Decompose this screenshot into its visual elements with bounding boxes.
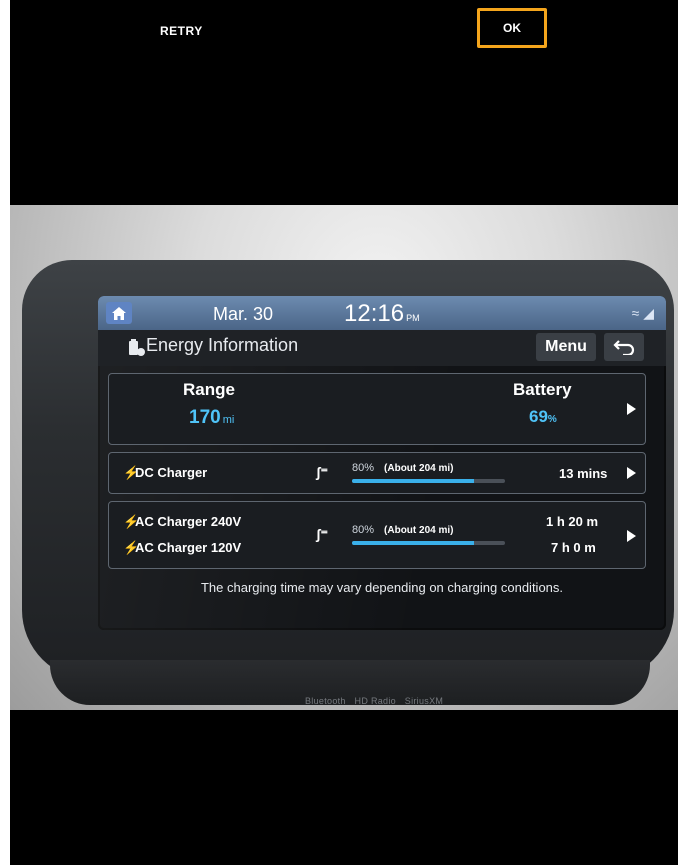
ac-target-range: (About 204 mi) xyxy=(384,525,454,536)
battery-number: 69 xyxy=(529,407,548,426)
ac-target-text: 80% (About 204 mi) xyxy=(352,524,453,536)
captured-photo: Bluetooth HD Radio SiriusXM Mar. 30 12:1… xyxy=(10,205,678,710)
home-icon xyxy=(112,306,126,320)
page-title: Energy Information xyxy=(146,335,299,355)
status-date: Mar. 30 xyxy=(213,304,274,324)
range-panel-arrow-icon xyxy=(627,403,636,415)
battery-label: Battery xyxy=(513,380,572,399)
ac-target-pct: 80% xyxy=(352,524,375,536)
back-button[interactable] xyxy=(604,333,644,361)
back-arrow-icon xyxy=(613,340,635,355)
energy-info-icon xyxy=(129,339,145,356)
ac-row-arrow-icon xyxy=(627,530,636,542)
ac-progress-fill xyxy=(352,541,475,545)
dc-charger-label: DC Charger xyxy=(135,465,208,480)
retry-button[interactable]: RETRY xyxy=(160,24,203,38)
menu-label: Menu xyxy=(545,338,587,355)
ac240-charger-label: AC Charger 240V xyxy=(135,514,242,529)
dc-progress-fill xyxy=(352,479,475,483)
ac-progress-track xyxy=(352,541,505,545)
dc-target-range: (About 204 mi) xyxy=(384,463,454,474)
status-bar: Mar. 30 12:16 PM ≈ ◢ xyxy=(98,296,666,330)
range-number: 170 xyxy=(189,407,221,428)
dc-charge-time: 13 mins xyxy=(559,466,608,481)
dc-target-pct: 80% xyxy=(352,462,375,474)
home-button[interactable] xyxy=(106,302,132,324)
status-ampm: PM xyxy=(406,313,420,323)
range-value: 170 mi xyxy=(189,407,234,429)
status-time: 12:16 PM xyxy=(344,300,420,328)
status-time-value: 12:16 xyxy=(344,300,405,327)
ac-plug-icon: ʃ⁼ xyxy=(316,526,329,542)
infotainment-screen: Mar. 30 12:16 PM ≈ ◢ Energy Information M… xyxy=(98,296,666,630)
charging-notice: The charging time may vary depending on … xyxy=(200,580,564,595)
hd-radio-logo-text: HD Radio xyxy=(354,696,396,706)
screen-header: Energy Information Menu xyxy=(98,330,666,366)
battery-value: 69% xyxy=(529,407,557,427)
dc-row-arrow-icon xyxy=(627,467,636,479)
ac-charger-row[interactable]: ⚡ AC Charger 240V ⚡ AC Charger 120V ʃ⁼ 8… xyxy=(108,501,646,569)
range-battery-panel[interactable]: Range 170 mi Battery 69% xyxy=(108,373,646,445)
bezel-logos: Bluetooth HD Radio SiriusXM xyxy=(305,696,449,706)
ok-label: OK xyxy=(503,21,521,35)
ac120-charge-time: 7 h 0 m xyxy=(551,540,596,555)
menu-button[interactable]: Menu xyxy=(536,333,596,361)
ac120-charger-label: AC Charger 120V xyxy=(135,540,242,555)
connectivity-icons: ≈ ◢ xyxy=(631,305,654,321)
ok-button[interactable]: OK xyxy=(477,8,547,48)
battery-unit: % xyxy=(547,414,557,425)
range-unit: mi xyxy=(222,414,235,426)
dc-plug-icon: ʃ⁼ xyxy=(316,464,329,480)
dc-charger-row[interactable]: ⚡ DC Charger ʃ⁼ 80% (About 204 mi) 13 min… xyxy=(108,452,646,494)
camera-preview: RETRY OK Bluetooth HD Radio SiriusXM Mar… xyxy=(10,0,678,865)
dc-target-text: 80% (About 204 mi) xyxy=(352,462,453,474)
dc-progress-track xyxy=(352,479,505,483)
ac240-charge-time: 1 h 20 m xyxy=(546,514,599,529)
bluetooth-logo-text: Bluetooth xyxy=(305,696,346,706)
camera-bottom-area xyxy=(10,710,678,865)
siriusxm-logo-text: SiriusXM xyxy=(404,696,444,706)
range-label: Range xyxy=(183,380,235,399)
camera-top-bar: RETRY OK xyxy=(10,0,678,205)
